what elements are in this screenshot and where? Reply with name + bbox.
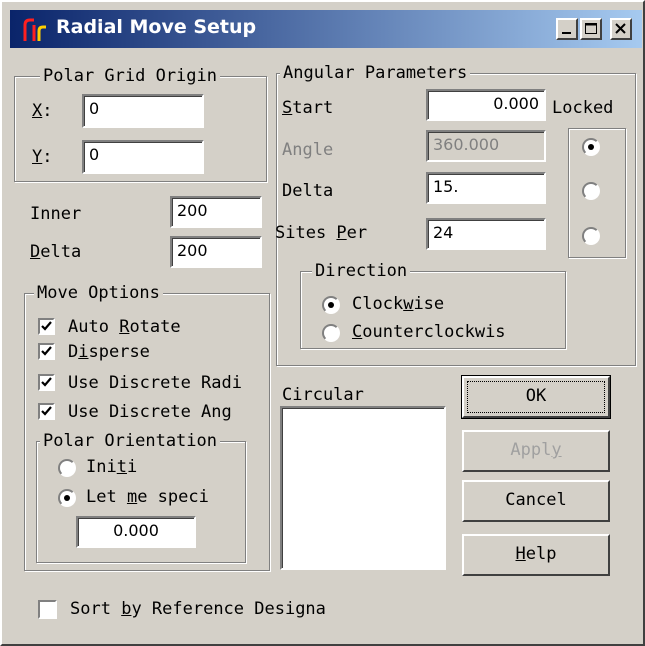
circular-label: Circular [282,385,364,405]
clockwise-label[interactable]: Clockwise [352,294,444,314]
cancel-label: Cancel [505,490,567,510]
initial-label[interactable]: Initi [86,457,137,477]
angle-field: 360.000 [426,130,546,162]
delta-label: Delta [30,242,82,262]
use-discrete-radi-label[interactable]: Use Discrete Radi [68,373,242,393]
use-discrete-ang-checkbox[interactable] [38,403,55,420]
inner-field[interactable]: 200 [170,196,262,228]
y-field[interactable]: 0 [82,140,204,174]
angular-parameters-legend: Angular Parameters [280,63,471,83]
disperse-checkbox[interactable] [38,343,55,360]
title-bar[interactable]: Radial Move Setup [10,10,642,48]
radio-selected-dot [588,144,594,150]
sites-per-locked-radio[interactable] [582,227,600,245]
move-options-legend: Move Options [34,283,163,303]
close-icon [615,23,626,34]
auto-rotate-checkbox[interactable] [38,318,55,335]
polar-orientation-legend: Polar Orientation [40,431,220,451]
delta-angle-label: Delta [282,181,334,201]
use-discrete-radi-checkbox[interactable] [38,374,55,391]
close-button[interactable] [610,18,632,40]
apply-label: Apply [510,440,562,460]
ok-button[interactable]: OK [461,375,611,419]
start-field[interactable]: 0.000 [426,89,546,121]
help-button[interactable]: Help [462,534,610,576]
locked-label: Locked [552,98,614,118]
help-label: Help [515,544,557,564]
cancel-button[interactable]: Cancel [462,480,610,522]
disperse-label[interactable]: Disperse [68,342,150,362]
sites-per-field[interactable]: 24 [426,218,546,250]
radial-move-setup-dialog: Radial Move Setup Polar Grid Origin X: 0… [0,0,645,646]
let-me-specify-label[interactable]: Let me speci [86,487,209,507]
auto-rotate-label[interactable]: Auto Rotate [68,317,181,337]
counterclockwise-label[interactable]: Counterclockwis [352,322,506,342]
radio-selected-dot [64,495,70,501]
app-icon [23,18,46,41]
checkmark-icon [41,406,52,416]
focus-rect [467,381,605,413]
window-title: Radial Move Setup [56,16,257,38]
clockwise-radio[interactable] [322,296,340,314]
apply-button: Apply [462,430,610,472]
polar-grid-origin-legend: Polar Grid Origin [40,66,220,86]
angle-label: Angle [282,140,334,160]
angle-locked-radio[interactable] [582,182,600,200]
checkmark-icon [41,321,52,331]
sites-per-label: Sites Per [275,223,368,243]
minimize-button[interactable] [556,18,578,40]
counterclockwise-radio[interactable] [322,324,340,342]
maximize-icon [585,23,597,34]
initial-radio[interactable] [58,459,76,477]
inner-label: Inner [30,204,82,224]
radio-selected-dot [328,302,334,308]
sort-by-reference-label[interactable]: Sort by Reference Designa [70,599,326,619]
start-locked-radio[interactable] [582,138,600,156]
delta-field[interactable]: 200 [170,236,262,268]
checkmark-icon [41,377,52,387]
circular-listbox[interactable] [280,406,446,570]
use-discrete-ang-label[interactable]: Use Discrete Ang [68,402,232,422]
orientation-value-field[interactable]: 0.000 [76,516,196,548]
sort-by-reference-checkbox[interactable] [38,600,57,619]
checkmark-icon [41,346,52,356]
maximize-button[interactable] [580,18,602,40]
y-label: Y: [32,147,53,167]
x-label: X: [32,101,53,121]
let-me-specify-radio[interactable] [58,489,76,507]
x-field[interactable]: 0 [82,94,204,128]
delta-angle-field[interactable]: 15. [426,172,546,204]
direction-legend: Direction [312,261,411,281]
minimize-icon [562,32,571,34]
start-label: Start [282,98,334,118]
